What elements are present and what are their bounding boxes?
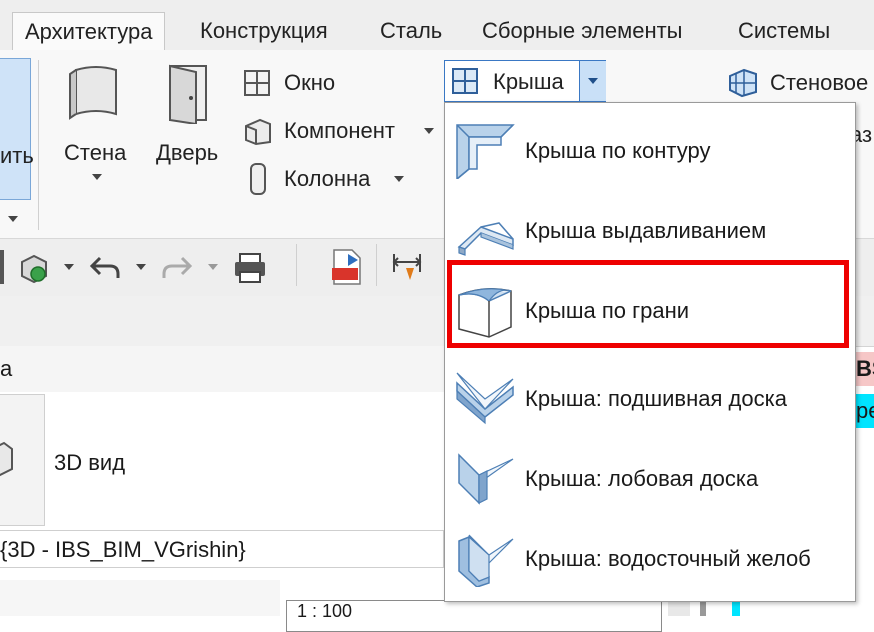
- qat-divider: [296, 244, 297, 286]
- tab-structure[interactable]: Конструкция: [188, 12, 340, 50]
- door-icon: [166, 62, 210, 124]
- view-scale-value: 1 : 100: [297, 601, 353, 621]
- sync-dropdown-caret[interactable]: [64, 264, 74, 270]
- tab-architecture[interactable]: Архитектура: [12, 12, 166, 52]
- roof-by-footprint-icon: [455, 123, 515, 179]
- window-button[interactable]: Окно: [242, 66, 432, 102]
- window-icon: [242, 68, 272, 98]
- modify-button-label: ить: [0, 143, 34, 168]
- door-label: Дверь: [156, 140, 219, 165]
- roof-fascia-icon: [455, 451, 515, 507]
- tab-steel[interactable]: Сталь: [368, 12, 454, 50]
- column-icon: [248, 162, 268, 196]
- export-pdf-icon[interactable]: [330, 248, 364, 286]
- menu-item-roof-by-footprint[interactable]: Крыша по контуру: [445, 111, 855, 191]
- undo-dropdown-caret[interactable]: [136, 264, 146, 270]
- redo-icon[interactable]: [160, 252, 194, 282]
- type-preview: [0, 394, 45, 526]
- column-button[interactable]: Колонна: [242, 162, 412, 198]
- view-selector-value: {3D - IBS_BIM_VGrishin}: [0, 537, 246, 562]
- curtain-system-button[interactable]: Стеновое: [726, 66, 874, 102]
- wall-button[interactable]: Стена: [60, 62, 132, 192]
- print-icon[interactable]: [232, 250, 268, 284]
- type-selector-label[interactable]: 3D вид: [54, 450, 125, 476]
- properties-header: а: [0, 346, 444, 393]
- menu-item-label: Крыша выдавливанием: [525, 218, 767, 243]
- column-label: Колонна: [284, 166, 371, 191]
- right-partial-badge: BS: [854, 352, 874, 386]
- roof-button-label: Крыша: [493, 69, 564, 94]
- right-partial-text-2: ре: [856, 398, 874, 423]
- tab-precast[interactable]: Сборные элементы: [470, 12, 694, 50]
- component-icon: [242, 116, 274, 146]
- column-dropdown-caret[interactable]: [394, 176, 404, 182]
- roof-dropdown-arrow[interactable]: [579, 61, 606, 101]
- modify-dropdown-caret[interactable]: [8, 216, 18, 222]
- view-selector[interactable]: {3D - IBS_BIM_VGrishin}: [0, 530, 444, 568]
- menu-item-label: Крыша: лобовая доска: [525, 466, 759, 491]
- measure-icon[interactable]: [390, 250, 430, 286]
- properties-row-label: [0, 580, 280, 616]
- roof-grid-icon: [451, 67, 479, 95]
- undo-icon[interactable]: [88, 252, 122, 282]
- 3d-view-icon: [0, 439, 16, 479]
- curtain-system-icon: [726, 68, 758, 98]
- wall-label: Стена: [64, 140, 127, 165]
- roof-dropdown-menu: Крыша по контуру Крыша выдавливанием Кры…: [444, 102, 856, 602]
- menu-item-label: Крыша: водосточный желоб: [525, 546, 811, 571]
- roof-split-button[interactable]: Крыша: [444, 60, 606, 102]
- curtain-system-label: Стеновое: [770, 70, 869, 95]
- roof-gutter-icon: [455, 531, 515, 587]
- properties-header-label: а: [0, 356, 13, 381]
- sync-icon[interactable]: [16, 250, 52, 286]
- menu-item-label: Крыша: подшивная доска: [525, 386, 787, 411]
- right-partial-cyan: ре: [854, 394, 874, 428]
- menu-item-roof-fascia[interactable]: Крыша: лобовая доска: [445, 439, 855, 519]
- menu-item-label: Крыша по контуру: [525, 138, 711, 163]
- modify-button-partial[interactable]: ить: [0, 58, 34, 200]
- menu-item-roof-by-extrusion[interactable]: Крыша выдавливанием: [445, 191, 855, 271]
- menu-item-roof-soffit[interactable]: Крыша: подшивная доска: [445, 359, 855, 439]
- wall-icon: [68, 62, 124, 122]
- highlight-box: [447, 260, 849, 348]
- roof-by-extrusion-icon: [455, 203, 515, 259]
- qat-partial-icon[interactable]: [0, 250, 4, 284]
- component-label: Компонент: [284, 118, 395, 143]
- view-scale-field[interactable]: 1 : 100: [286, 600, 662, 632]
- redo-dropdown-caret[interactable]: [208, 264, 218, 270]
- roof-soffit-icon: [455, 371, 515, 427]
- component-button[interactable]: Компонент: [242, 114, 438, 150]
- component-dropdown-caret[interactable]: [424, 128, 434, 134]
- right-partial-text-1: BS: [856, 356, 874, 381]
- panel-divider: [38, 60, 39, 230]
- qat-divider-2: [376, 244, 377, 286]
- menu-item-roof-gutter[interactable]: Крыша: водосточный желоб: [445, 519, 855, 599]
- wall-dropdown-caret[interactable]: [92, 174, 102, 180]
- tab-systems[interactable]: Системы: [726, 12, 842, 50]
- door-button[interactable]: Дверь: [154, 62, 230, 172]
- scale-scroll-thumb[interactable]: [700, 600, 706, 616]
- window-label: Окно: [284, 70, 336, 95]
